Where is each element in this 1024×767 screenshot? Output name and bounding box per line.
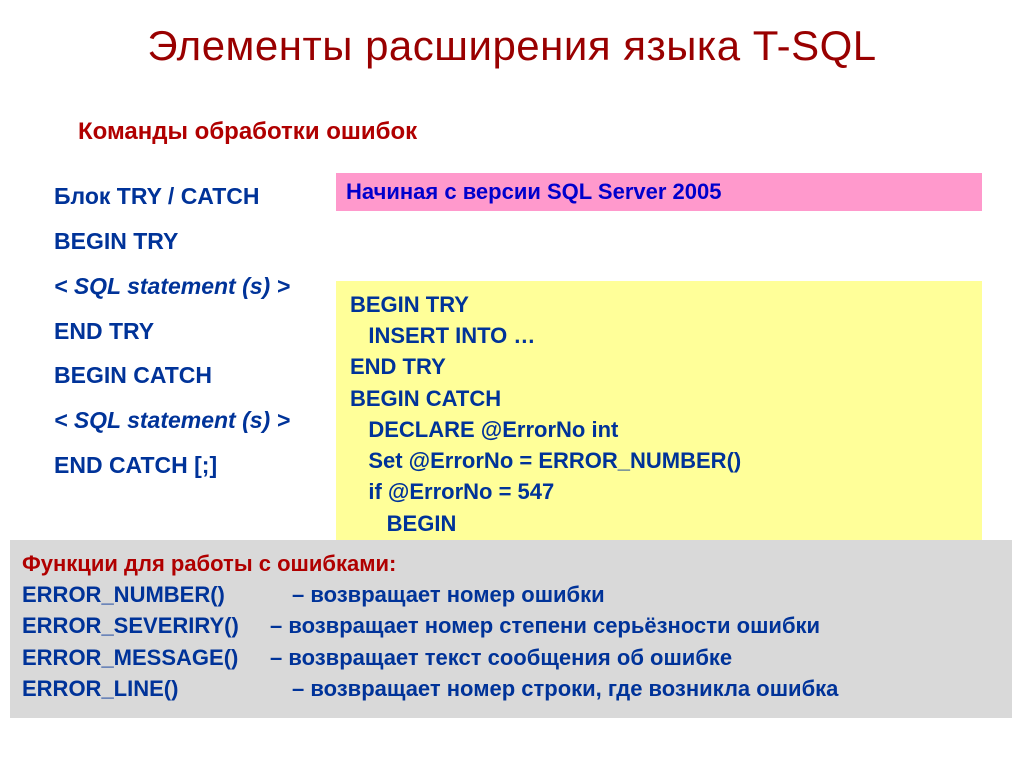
function-name: ERROR_NUMBER() [22,579,292,610]
function-row: ERROR_LINE()– возвращает номер строки, г… [22,673,1000,704]
syntax-line: Блок TRY / CATCH [54,174,290,219]
function-desc: – возвращает текст сообщения об ошибке [270,645,732,670]
version-note-box: Начиная с версии SQL Server 2005 [336,173,982,211]
function-row: ERROR_MESSAGE()– возвращает текст сообще… [22,642,1000,673]
function-row: ERROR_SEVERIRY()– возвращает номер степе… [22,610,1000,641]
function-name: ERROR_MESSAGE() [22,642,270,673]
code-example-box: BEGIN TRY INSERT INTO … END TRY BEGIN CA… [336,281,982,541]
slide-title: Элементы расширения языка T-SQL [0,0,1024,70]
function-desc: – возвращает номер ошибки [292,582,605,607]
function-row: ERROR_NUMBER()– возвращает номер ошибки [22,579,1000,610]
syntax-line: END CATCH [;] [54,443,290,488]
syntax-line: BEGIN TRY [54,219,290,264]
syntax-placeholder: < SQL statement (s) > [54,398,290,443]
function-name: ERROR_LINE() [22,673,292,704]
error-functions-box: Функции для работы с ошибками: ERROR_NUM… [10,540,1012,718]
syntax-line: END TRY [54,309,290,354]
try-catch-syntax-block: Блок TRY / CATCH BEGIN TRY < SQL stateme… [54,174,290,488]
section-subtitle: Команды обработки ошибок [78,118,417,146]
syntax-placeholder: < SQL statement (s) > [54,264,290,309]
functions-heading: Функции для работы с ошибками: [22,548,1000,579]
function-desc: – возвращает номер степени серьёзности о… [270,613,820,638]
function-desc: – возвращает номер строки, где возникла … [292,676,838,701]
function-name: ERROR_SEVERIRY() [22,610,270,641]
syntax-line: BEGIN CATCH [54,353,290,398]
